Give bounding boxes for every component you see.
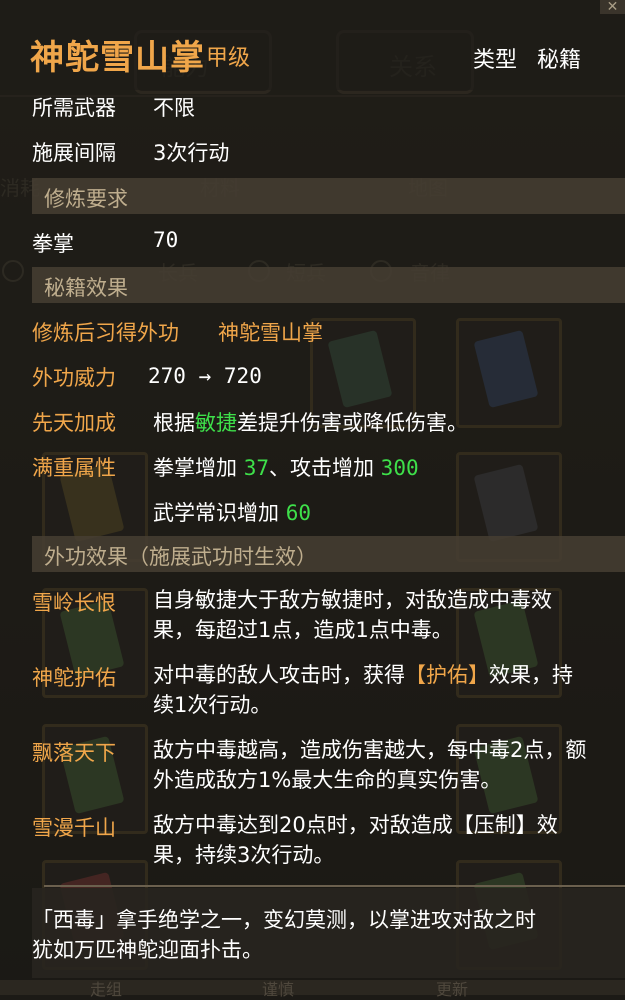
full-2-text: 攻击增加 [289, 456, 374, 480]
full-line-2: 武学常识增加 60 [153, 497, 311, 527]
full-sep: 、 [268, 456, 290, 480]
requirement-stat-value: 70 [153, 228, 179, 252]
external-item-name: 飘落天下 [32, 741, 116, 765]
desc-line: 果，持续3次行动。 [153, 843, 335, 867]
type-value: 秘籍 [537, 48, 582, 73]
requirement-stat-label: 拳掌 [32, 232, 74, 256]
quote-divider [44, 885, 625, 887]
power-label: 外功威力 [32, 366, 116, 390]
weapon-value: 不限 [153, 96, 195, 120]
bottom-item[interactable]: 走组 [90, 976, 122, 1000]
power-from: 270 [148, 364, 186, 388]
effects-header: 秘籍效果 [32, 267, 625, 303]
external-item-name: 雪漫千山 [32, 816, 116, 840]
innate-attribute: 敏捷 [195, 411, 237, 435]
desc-post: 效果，持 [489, 663, 573, 687]
full-2-value: 300 [380, 456, 419, 480]
type-label: 类型 [473, 48, 518, 73]
learn-value: 神鸵雪山掌 [218, 321, 323, 345]
innate-pre: 根据 [153, 411, 195, 435]
external-header-text: 外功效果（施展武功时生效） [44, 545, 317, 569]
bottom-item[interactable]: 更新 [436, 976, 468, 1000]
requirements-header-text: 修炼要求 [44, 187, 128, 211]
desc-line: 自身敏捷大于敌方敏捷时，对敌造成中毒效 [153, 588, 552, 612]
full-label: 满重属性 [32, 456, 116, 480]
bottom-item[interactable]: 谨慎 [262, 976, 294, 1000]
desc-line: 敌方中毒越高，造成伤害越大，每中毒2点，额 [153, 738, 587, 762]
skill-grade: 甲级 [206, 46, 251, 71]
external-item-desc: 自身敏捷大于敌方敏捷时，对敌造成中毒效 果，每超过1点，造成1点中毒。 [153, 585, 618, 645]
desc-line: 续1次行动。 [153, 693, 272, 717]
full-line-1: 拳掌增加 37、攻击增加 300 [153, 452, 419, 482]
desc-line: 敌方中毒达到20点时，对敌造成【压制】效 [153, 813, 558, 837]
skill-title: 神鸵雪山掌 [30, 38, 205, 78]
full-1-text: 拳掌增加 [153, 456, 237, 480]
full-3-value: 60 [285, 501, 311, 525]
close-icon[interactable]: ✕ [600, 0, 625, 14]
innate-post: 差提升伤害或降低伤害。 [237, 411, 468, 435]
buff-tag: 【护佑】 [405, 663, 489, 687]
desc-pre: 对中毒的敌人攻击时，获得 [153, 663, 405, 687]
innate-label: 先天加成 [32, 411, 116, 435]
power-values: 270 → 720 [148, 364, 262, 388]
quote-line: 「西毒」拿手绝学之一，变幻莫测，以掌进攻对敌之时 [32, 908, 536, 932]
full-1-value: 37 [243, 456, 269, 480]
learn-label: 修炼后习得外功 [32, 321, 179, 345]
requirements-header: 修炼要求 [32, 178, 625, 214]
full-3-text: 武学常识增加 [153, 501, 279, 525]
external-item-desc: 对中毒的敌人攻击时，获得【护佑】效果，持续1次行动。 [153, 660, 618, 720]
arrow-right-icon: → [198, 364, 212, 388]
interval-label: 施展间隔 [32, 141, 116, 165]
external-item-name: 雪岭长恨 [32, 591, 116, 615]
desc-line: 外造成敌方1%最大生命的真实伤害。 [153, 768, 502, 792]
external-header: 外功效果（施展武功时生效） [32, 536, 625, 572]
quote-line: 犹如万匹神鸵迎面扑击。 [32, 938, 263, 962]
innate-text: 根据敏捷差提升伤害或降低伤害。 [153, 407, 468, 437]
external-item-desc: 敌方中毒达到20点时，对敌造成【压制】效 果，持续3次行动。 [153, 810, 618, 870]
effects-header-text: 秘籍效果 [44, 276, 128, 300]
power-to: 720 [223, 364, 262, 388]
skill-detail-panel: ✕ 神鸵雪山掌 甲级 类型 秘籍 所需武器 不限 施展间隔 3次行动 修炼要求 … [0, 0, 625, 995]
external-item-name: 神鸵护佑 [32, 666, 116, 690]
flavor-quote: 「西毒」拿手绝学之一，变幻莫测，以掌进攻对敌之时 犹如万匹神鸵迎面扑击。 [32, 905, 602, 965]
interval-value: 3次行动 [153, 141, 230, 165]
external-item-desc: 敌方中毒越高，造成伤害越大，每中毒2点，额 外造成敌方1%最大生命的真实伤害。 [153, 735, 625, 795]
desc-line: 果，每超过1点，造成1点中毒。 [153, 618, 453, 642]
desc-line: 对中毒的敌人攻击时，获得【护佑】效果，持 [153, 660, 618, 690]
weapon-label: 所需武器 [32, 96, 116, 120]
